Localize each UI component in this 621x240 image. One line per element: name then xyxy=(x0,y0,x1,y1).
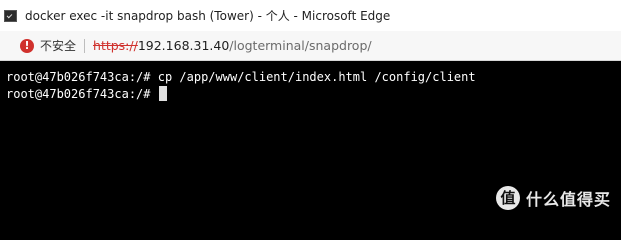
watermark-text: 什么值得买 xyxy=(525,190,611,209)
url-field[interactable]: https://192.168.31.40/logterminal/snapdr… xyxy=(93,38,372,53)
not-secure-icon[interactable]: ! xyxy=(20,38,34,53)
smzdm-logo-icon: 值 xyxy=(495,186,520,210)
address-bar[interactable]: ! 不安全 https://192.168.31.40/logterminal/… xyxy=(0,31,621,61)
terminal-cursor xyxy=(158,86,167,101)
terminal-prompt: root@47b026f743ca:/# xyxy=(6,87,158,101)
window-titlebar: docker exec -it snapdrop bash (Tower) - … xyxy=(0,0,621,31)
url-host: 192.168.31.40 xyxy=(137,38,230,53)
security-label[interactable]: 不安全 xyxy=(40,37,76,54)
url-path: /logterminal/snapdrop/ xyxy=(229,38,372,53)
divider xyxy=(84,38,86,53)
window-title: docker exec -it snapdrop bash (Tower) - … xyxy=(25,9,391,23)
watermark: 值 什么值得买 xyxy=(495,186,611,210)
url-scheme: https:// xyxy=(93,38,138,53)
terminal-line: root@47b026f743ca:/# cp /app/www/client/… xyxy=(6,70,476,84)
terminal-output[interactable]: root@47b026f743ca:/# cp /app/www/client/… xyxy=(0,61,621,222)
terminal-prompt-line[interactable]: root@47b026f743ca:/# xyxy=(6,86,167,102)
terminal-icon xyxy=(4,9,17,22)
